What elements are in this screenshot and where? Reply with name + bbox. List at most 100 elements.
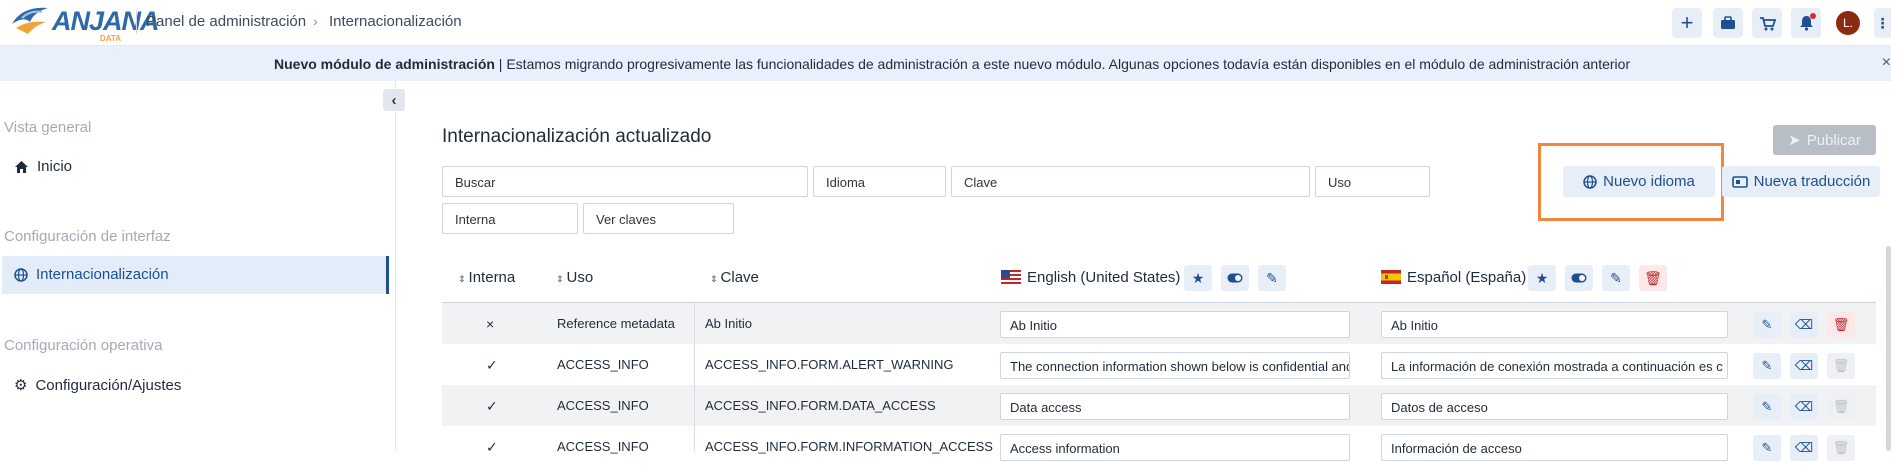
column-clave[interactable]: ⇕ Clave: [710, 269, 759, 286]
edit-row-button[interactable]: ✎: [1753, 353, 1781, 379]
breadcrumb-admin-panel[interactable]: Panel de administración: [146, 13, 306, 30]
clear-row-button[interactable]: ⌫: [1790, 312, 1818, 338]
new-translation-button[interactable]: Nueva traducción: [1722, 166, 1880, 197]
english-translation-input[interactable]: Access information: [1000, 434, 1350, 461]
language-filter[interactable]: Idioma: [813, 166, 946, 197]
column-label: Español (España): [1407, 269, 1527, 286]
spanish-translation-input[interactable]: Datos de acceso: [1381, 393, 1728, 420]
clear-row-button[interactable]: ⌫: [1790, 394, 1818, 420]
table-row: ✓ ACCESS_INFO ACCESS_INFO.FORM.DATA_ACCE…: [442, 385, 1876, 426]
kebab-icon: ⋮: [1875, 14, 1890, 31]
delete-row-button[interactable]: 🗑: [1827, 312, 1855, 338]
usage-cell: ACCESS_INFO: [557, 439, 649, 454]
eraser-icon: ⌫: [1794, 440, 1814, 455]
breadcrumb-current: Internacionalización: [329, 13, 462, 30]
table-scrollbar[interactable]: [1886, 246, 1891, 451]
edit-english-button[interactable]: ✎: [1258, 265, 1286, 291]
notification-badge: [1810, 13, 1816, 19]
table-row: × Reference metadata Ab Initio Ab Initio…: [442, 303, 1876, 344]
edit-row-button[interactable]: ✎: [1753, 394, 1781, 420]
favorite-spanish-button[interactable]: ★: [1528, 265, 1556, 291]
edit-icon: ✎: [1761, 317, 1773, 332]
clear-row-button[interactable]: ⌫: [1790, 435, 1818, 461]
trash-icon: 🗑: [1832, 440, 1850, 455]
internal-filter[interactable]: Interna: [442, 203, 578, 234]
key-cell: ACCESS_INFO.FORM.DATA_ACCESS: [705, 398, 936, 413]
sort-icon: ⇕: [710, 274, 718, 284]
usage-cell: ACCESS_INFO: [557, 357, 649, 372]
breadcrumb-chevron-icon: ›: [313, 13, 318, 29]
toggle-spanish-button[interactable]: [1565, 265, 1593, 291]
column-spanish: Español (España): [1381, 269, 1526, 286]
edit-row-button[interactable]: ✎: [1753, 435, 1781, 461]
english-translation-input[interactable]: The connection information shown below i…: [1000, 352, 1350, 379]
publish-button[interactable]: ➤ Publicar: [1773, 125, 1876, 155]
internal-mark: ✓: [486, 357, 498, 373]
briefcase-icon: [1721, 16, 1735, 29]
eraser-icon: ⌫: [1794, 317, 1814, 332]
favorite-english-button[interactable]: ★: [1184, 265, 1212, 291]
view-keys-filter[interactable]: Ver claves: [583, 203, 734, 234]
paper-plane-icon: ➤: [1788, 132, 1801, 149]
column-uso[interactable]: ⇕ Uso: [556, 269, 593, 286]
english-translation-input[interactable]: Data access: [1000, 393, 1350, 420]
banner-message: | Estamos migrando progresivamente las f…: [494, 56, 1631, 72]
search-input[interactable]: Buscar: [442, 166, 808, 197]
usage-cell: ACCESS_INFO: [557, 398, 649, 413]
delete-row-button: 🗑: [1827, 394, 1855, 420]
briefcase-button[interactable]: [1713, 8, 1743, 38]
delete-spanish-button[interactable]: 🗑: [1639, 265, 1667, 291]
key-filter[interactable]: Clave: [951, 166, 1310, 197]
column-interna[interactable]: ⇕ Interna: [458, 269, 515, 286]
trash-icon: 🗑: [1832, 358, 1850, 373]
table-row: ✓ ACCESS_INFO ACCESS_INFO.FORM.ALERT_WAR…: [442, 344, 1876, 385]
gear-icon: ⚙: [14, 377, 28, 394]
notifications-button[interactable]: [1791, 8, 1821, 38]
key-cell: ACCESS_INFO.FORM.ALERT_WARNING: [705, 357, 954, 372]
toggle-icon: [1227, 273, 1243, 283]
clear-row-button[interactable]: ⌫: [1790, 353, 1818, 379]
sidebar-item-internacionalizacion[interactable]: Internacionalización: [14, 266, 169, 283]
sidebar-section-operational: Configuración operativa: [4, 337, 163, 354]
toggle-english-button[interactable]: [1221, 265, 1249, 291]
edit-spanish-button[interactable]: ✎: [1602, 265, 1630, 291]
key-cell: Ab Initio: [705, 316, 752, 331]
english-translation-input[interactable]: Ab Initio: [1000, 311, 1350, 338]
migration-banner: Nuevo módulo de administración | Estamos…: [0, 46, 1891, 81]
usage-cell: Reference metadata: [557, 316, 675, 331]
edit-icon: ✎: [1761, 399, 1773, 414]
anjana-logo[interactable]: ANJANA DATA: [8, 2, 160, 43]
spanish-translation-input[interactable]: La información de conexión mostrada a co…: [1381, 352, 1728, 379]
spanish-translation-input[interactable]: Información de acceso: [1381, 434, 1728, 461]
sidebar-item-label: Configuración/Ajustes: [35, 376, 182, 394]
cart-button[interactable]: [1752, 8, 1782, 38]
top-bar: ANJANA DATA Panel de administración › In…: [0, 0, 1891, 46]
trash-icon: 🗑: [1832, 317, 1850, 332]
collapse-sidebar-button[interactable]: ‹: [383, 89, 405, 111]
usage-filter[interactable]: Uso: [1315, 166, 1430, 197]
table-header: ⇕ Interna ⇕ Uso ⇕ Clave English (United Sta…: [442, 253, 1876, 303]
table-row: ✓ ACCESS_INFO ACCESS_INFO.FORM.INFORMATI…: [442, 426, 1876, 467]
chevron-left-icon: ‹: [391, 91, 397, 109]
add-button[interactable]: +: [1672, 8, 1702, 38]
more-menu-button[interactable]: ⋮: [1874, 8, 1891, 38]
column-label: Uso: [566, 269, 594, 286]
sort-icon: ⇕: [458, 274, 466, 284]
avatar[interactable]: L.: [1836, 11, 1860, 35]
eraser-icon: ⌫: [1794, 399, 1814, 414]
edit-icon: ✎: [1266, 269, 1278, 286]
edit-icon: ✎: [1761, 440, 1773, 455]
home-icon: [15, 160, 28, 173]
sidebar-item-inicio[interactable]: Inicio: [14, 158, 72, 175]
star-icon: ★: [1191, 269, 1205, 286]
edit-row-button[interactable]: ✎: [1753, 312, 1781, 338]
sidebar-section-overview: Vista general: [4, 119, 92, 136]
column-label: Clave: [720, 269, 759, 286]
close-icon[interactable]: ×: [1882, 54, 1891, 72]
banner-text: Nuevo módulo de administración | Estamos…: [274, 56, 1630, 72]
internal-mark: ×: [486, 316, 495, 332]
spanish-translation-input[interactable]: Ab Initio: [1381, 311, 1728, 338]
sidebar-item-configuracion[interactable]: ⚙ Configuración/Ajustes: [14, 376, 182, 395]
page-title: Internacionalización actualizado: [442, 126, 712, 147]
new-translation-label: Nueva traducción: [1753, 173, 1871, 190]
